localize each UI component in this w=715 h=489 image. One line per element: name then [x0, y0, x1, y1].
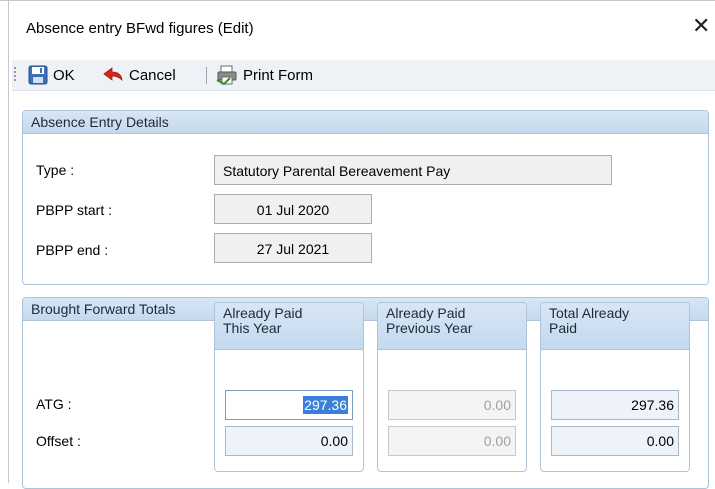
toolbar: OK Cancel Print Form: [12, 60, 715, 91]
offset-this-year-input[interactable]: 0.00: [225, 426, 353, 456]
absence-entry-details-header: Absence Entry Details: [23, 111, 708, 134]
atg-previous-year-input: 0.00: [388, 390, 516, 420]
print-form-button[interactable]: Print Form: [216, 63, 313, 87]
column-header-line2: Previous Year: [386, 320, 473, 336]
atg-label: ATG :: [36, 396, 72, 412]
ok-button[interactable]: OK: [28, 63, 75, 87]
column-header-line1: Already Paid: [223, 305, 303, 321]
already-paid-previous-year-column: Already Paid Previous Year 0.00 0.00: [377, 302, 527, 472]
offset-label: Offset :: [36, 433, 81, 449]
pbpp-end-field: 27 Jul 2021: [214, 233, 372, 263]
toolbar-grip-icon[interactable]: [14, 67, 16, 83]
print-form-icon: [216, 65, 238, 85]
already-paid-previous-year-header: Already Paid Previous Year: [378, 303, 526, 350]
window-top-border: [0, 0, 715, 1]
toolbar-separator: [206, 67, 207, 84]
pbpp-end-label: PBPP end :: [36, 242, 109, 258]
atg-this-year-input[interactable]: 297.36: [225, 390, 353, 420]
ok-label: OK: [53, 66, 75, 84]
cancel-label: Cancel: [129, 66, 176, 84]
undo-arrow-icon: [102, 65, 124, 85]
column-header-line2: This Year: [223, 320, 282, 336]
column-header-line1: Total Already: [549, 305, 630, 321]
type-field: Statutory Parental Bereavement Pay: [214, 155, 612, 185]
atg-total-field: 297.36: [551, 390, 679, 420]
window-title: Absence entry BFwd figures (Edit): [26, 20, 254, 37]
column-header-line1: Already Paid: [386, 305, 466, 321]
close-icon[interactable]: ✕: [692, 15, 710, 37]
column-header-line2: Paid: [549, 320, 578, 336]
cancel-button[interactable]: Cancel: [102, 63, 176, 87]
pbpp-start-label: PBPP start :: [36, 202, 112, 218]
type-label: Type :: [36, 162, 75, 178]
print-form-label: Print Form: [243, 66, 314, 84]
window-left-border: [8, 0, 9, 483]
total-already-paid-header: Total Already Paid: [541, 303, 689, 350]
already-paid-this-year-header: Already Paid This Year: [215, 303, 363, 350]
pbpp-start-field: 01 Jul 2020: [214, 194, 372, 224]
offset-total-field: 0.00: [551, 426, 679, 456]
total-already-paid-column: Total Already Paid 297.36 0.00: [540, 302, 690, 472]
save-disk-icon: [28, 65, 48, 85]
offset-previous-year-input: 0.00: [388, 426, 516, 456]
atg-this-year-value: 297.36: [303, 396, 348, 414]
already-paid-this-year-column: Already Paid This Year 297.36 0.00: [214, 302, 364, 472]
